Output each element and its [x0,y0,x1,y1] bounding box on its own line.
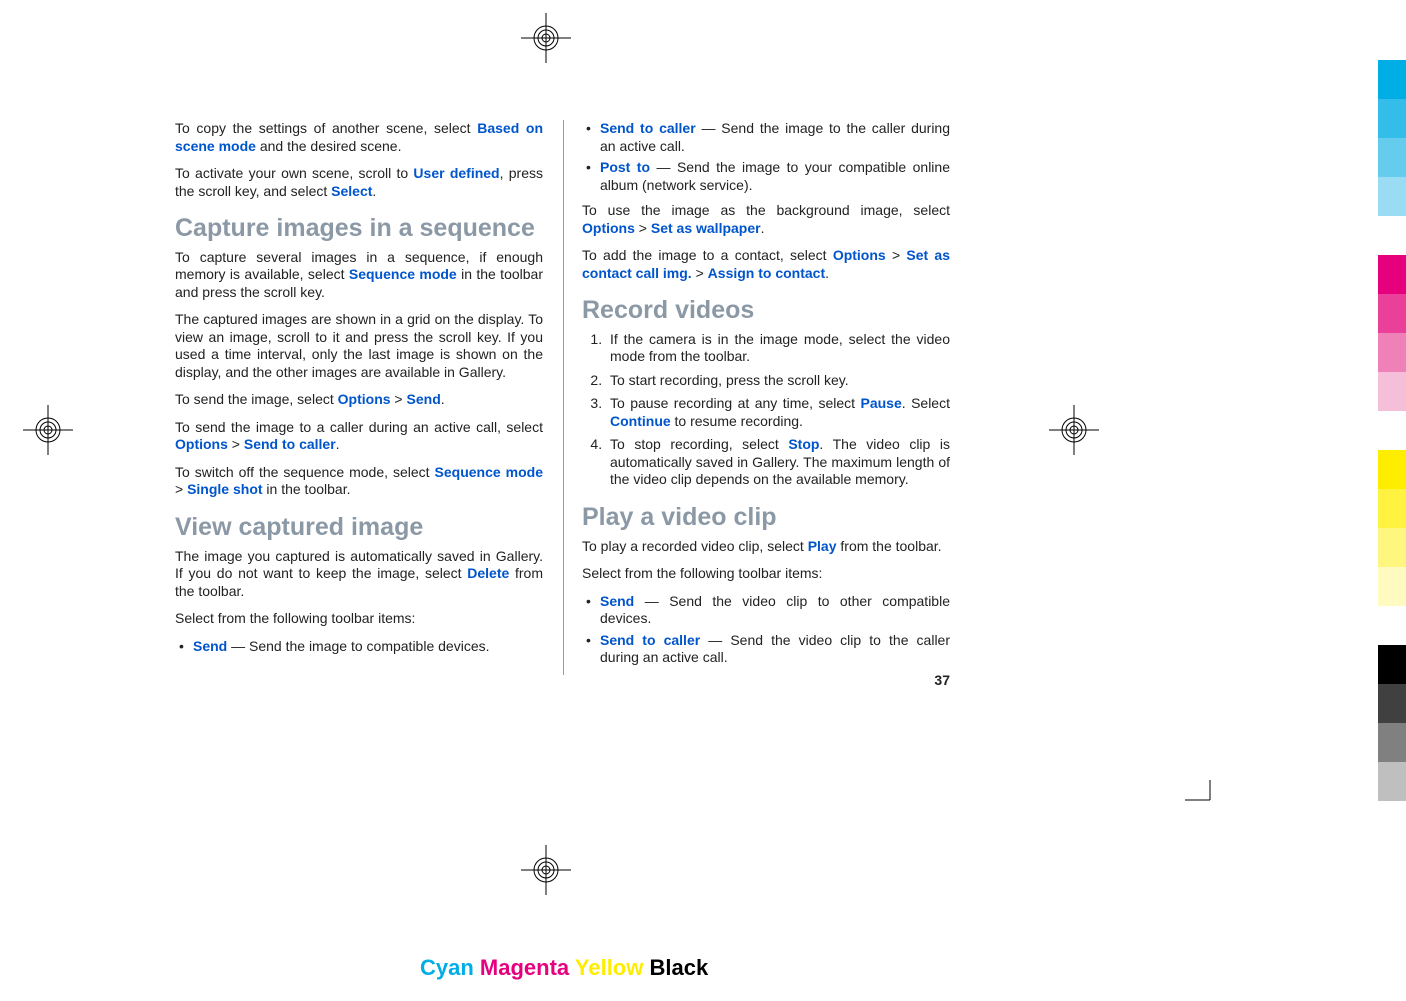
link-send-to-caller: Send to caller [600,120,696,136]
paragraph: The image you captured is automatically … [175,548,543,601]
link-send: Send [193,638,227,654]
toolbar-list: Send — Send the image to compatible devi… [175,638,543,656]
paragraph: To add the image to a contact, select Op… [582,247,950,282]
crop-mark [1185,780,1225,820]
link-sequence-mode: Sequence mode [435,464,543,480]
color-bar [1378,528,1406,567]
list-item: Send — Send the image to compatible devi… [175,638,543,656]
color-bar [1378,723,1406,762]
record-steps: If the camera is in the image mode, sele… [582,331,950,489]
list-item: To stop recording, select Stop. The vide… [606,436,950,489]
link-assign-to-contact: Assign to contact [708,265,825,281]
color-bar [1378,216,1406,255]
heading-record-videos: Record videos [582,296,950,325]
footer-color-labels: Cyan Magenta Yellow Black [420,955,708,981]
document-page: To copy the settings of another scene, s… [175,120,950,675]
label-magenta: Magenta [480,955,569,980]
link-send: Send [407,391,441,407]
link-play: Play [808,538,837,554]
link-user-defined: User defined [413,165,499,181]
link-options: Options [175,436,228,452]
paragraph: To play a recorded video clip, select Pl… [582,538,950,556]
heading-capture-images: Capture images in a sequence [175,214,543,243]
paragraph: To copy the settings of another scene, s… [175,120,543,155]
link-send: Send [600,593,634,609]
registration-mark-left [18,400,78,460]
registration-mark-right [1044,400,1104,460]
link-send-to-caller: Send to caller [244,436,336,452]
list-item: Send — Send the video clip to other comp… [582,593,950,628]
color-bar [1378,372,1406,411]
link-delete: Delete [467,565,509,581]
paragraph: The captured images are shown in a grid … [175,311,543,381]
color-bar [1378,762,1406,801]
paragraph: To switch off the sequence mode, select … [175,464,543,499]
color-bar [1378,450,1406,489]
color-bar [1378,606,1406,645]
link-options: Options [833,247,886,263]
link-set-as-wallpaper: Set as wallpaper [651,220,761,236]
paragraph: Select from the following toolbar items: [175,610,543,628]
color-bar [1378,99,1406,138]
color-bar [1378,177,1406,216]
heading-view-captured-image: View captured image [175,513,543,542]
paragraph: To use the image as the background image… [582,202,950,237]
list-item: Send to caller — Send the image to the c… [582,120,950,155]
heading-play-video-clip: Play a video clip [582,503,950,532]
link-options: Options [338,391,391,407]
link-send-to-caller: Send to caller [600,632,700,648]
video-toolbar-list: Send — Send the video clip to other comp… [582,593,950,667]
list-item: To start recording, press the scroll key… [606,372,950,390]
color-bar [1378,645,1406,684]
list-item: If the camera is in the image mode, sele… [606,331,950,366]
paragraph: To activate your own scene, scroll to Us… [175,165,543,200]
color-bar [1378,333,1406,372]
list-item: Send to caller — Send the video clip to … [582,632,950,667]
list-item: To pause recording at any time, select P… [606,395,950,430]
link-continue: Continue [610,413,671,429]
color-bar [1378,489,1406,528]
color-calibration-bars [1378,60,1406,801]
link-pause: Pause [861,395,902,411]
paragraph: Select from the following toolbar items: [582,565,950,583]
paragraph: To capture several images in a sequence,… [175,249,543,302]
color-bar [1378,138,1406,177]
registration-mark-top [516,8,576,68]
label-yellow: Yellow [575,955,643,980]
color-bar [1378,684,1406,723]
link-stop: Stop [788,436,819,452]
label-cyan: Cyan [420,955,474,980]
toolbar-list-cont: Send to caller — Send the image to the c… [582,120,950,194]
color-bar [1378,567,1406,606]
link-post-to: Post to [600,159,650,175]
color-bar [1378,294,1406,333]
paragraph: To send the image, select Options > Send… [175,391,543,409]
paragraph: To send the image to a caller during an … [175,419,543,454]
color-bar [1378,411,1406,450]
link-select: Select [331,183,372,199]
registration-mark-bottom [516,840,576,900]
right-column: Send to caller — Send the image to the c… [563,120,950,675]
left-column: To copy the settings of another scene, s… [175,120,543,675]
page-number: 37 [934,672,950,690]
list-item: Post to — Send the image to your compati… [582,159,950,194]
link-single-shot: Single shot [187,481,262,497]
color-bar [1378,255,1406,294]
label-black: Black [650,955,709,980]
color-bar [1378,60,1406,99]
link-sequence-mode: Sequence mode [349,266,457,282]
link-options: Options [582,220,635,236]
